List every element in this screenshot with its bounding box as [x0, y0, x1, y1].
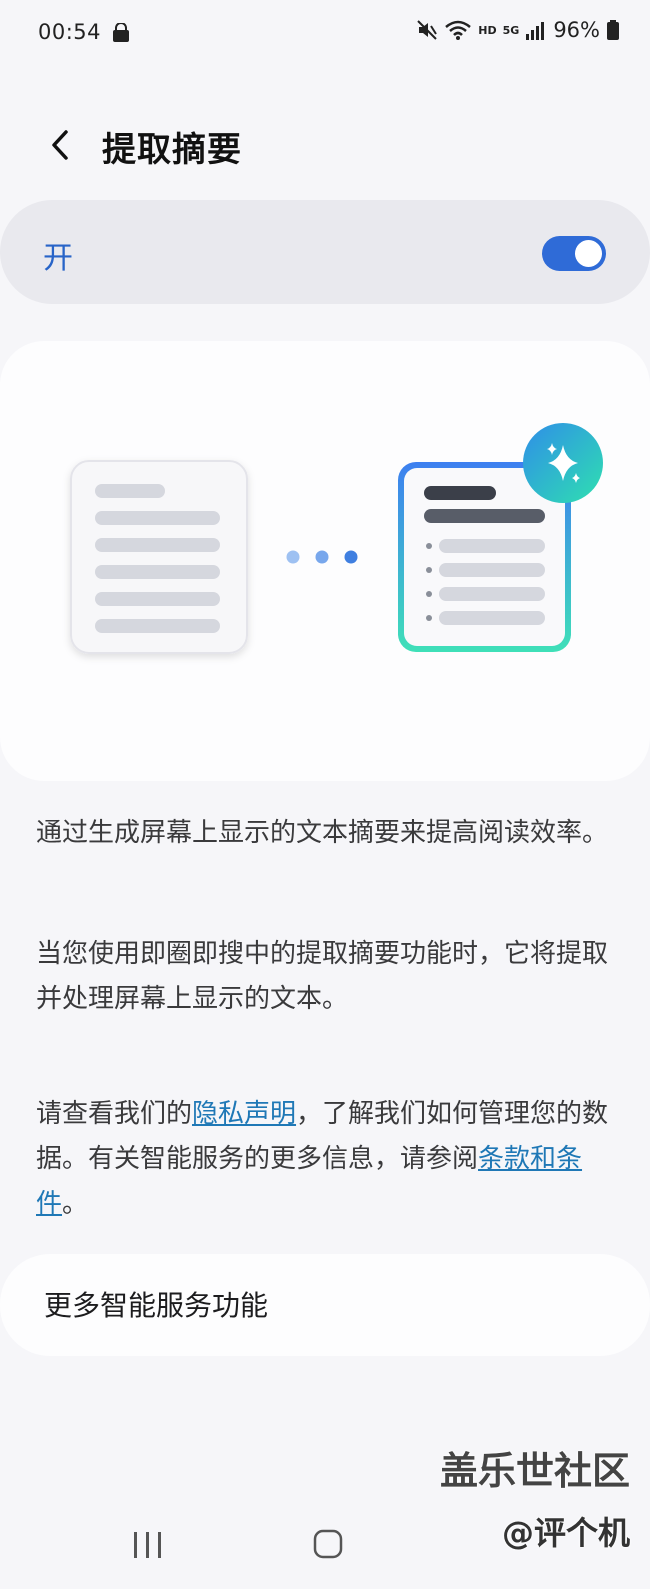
network-5g-label: 5G	[502, 23, 520, 37]
mute-icon	[417, 20, 438, 40]
privacy-notice-link[interactable]: 隐私声明	[192, 1099, 296, 1129]
page-title: 提取摘要	[102, 130, 242, 170]
privacy-text-part-3: 。	[62, 1189, 89, 1219]
status-time: 00:54	[38, 20, 102, 44]
wifi-icon	[445, 20, 472, 40]
illustration-card	[0, 341, 650, 781]
more-intelligence-features-button[interactable]: 更多智能服务功能	[0, 1254, 650, 1356]
ai-sparkle-icon	[523, 423, 603, 503]
status-icons: HD 5G 96%	[416, 18, 620, 42]
description-paragraph-1: 通过生成屏幕上显示的文本摘要来提高阅读效率。	[36, 818, 609, 848]
progress-dots	[286, 550, 358, 564]
home-icon[interactable]	[313, 1529, 343, 1559]
status-bar: 00:54 HD 5G 96%	[0, 0, 650, 70]
privacy-paragraph: 请查看我们的隐私声明，了解我们如何管理您的数据。有关智能服务的更多信息，请参阅条…	[36, 1092, 614, 1227]
description-paragraph-2: 当您使用即圈即搜中的提取摘要功能时，它将提取并处理屏幕上显示的文本。	[36, 939, 609, 1014]
more-features-label: 更多智能服务功能	[44, 1289, 269, 1322]
toggle-switch[interactable]	[542, 236, 606, 271]
battery-percent: 96%	[553, 18, 600, 42]
hd-label: HD	[478, 23, 497, 37]
shopping-bag-icon	[113, 23, 129, 42]
source-document-icon	[70, 460, 248, 654]
toggle-label: 开	[43, 241, 73, 276]
signal-icon	[526, 22, 545, 40]
app-header: 提取摘要	[0, 100, 650, 190]
battery-icon	[607, 20, 619, 40]
privacy-text-part-1: 请查看我们的	[36, 1099, 193, 1129]
summary-illustration	[70, 423, 603, 654]
navigation-bar	[0, 1500, 650, 1589]
watermark-community: 盖乐世社区	[439, 1449, 630, 1493]
recents-icon[interactable]	[131, 1530, 165, 1560]
toggle-thumb	[575, 240, 602, 267]
back-arrow-icon[interactable]	[30, 118, 84, 172]
master-toggle-row[interactable]: 开	[0, 200, 650, 304]
